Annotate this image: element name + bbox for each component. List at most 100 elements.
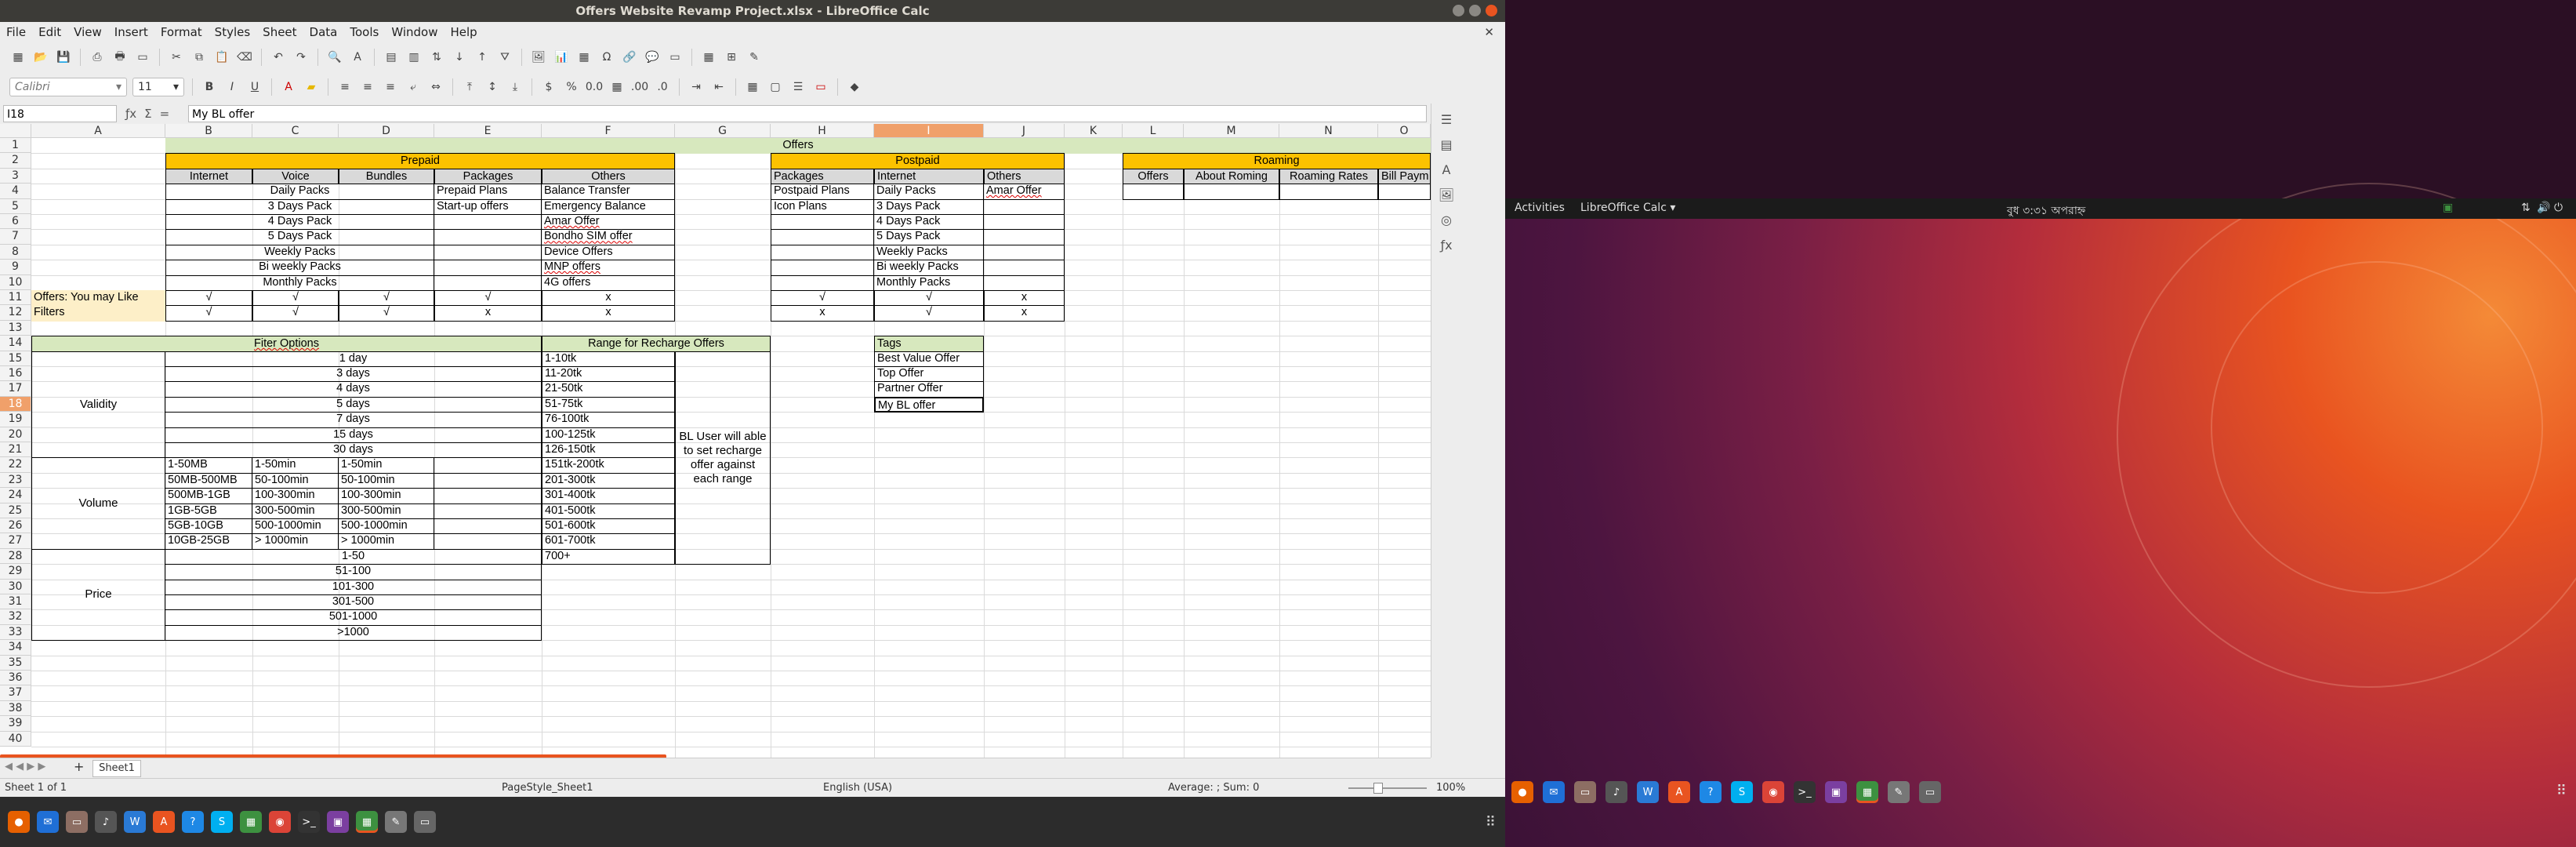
sort-icon[interactable]: ⇅	[428, 49, 445, 66]
page-style[interactable]: PageStyle_Sheet1	[502, 782, 593, 794]
function-wizard-icon[interactable]: ƒx	[125, 105, 136, 122]
offers-like-value[interactable]: √	[252, 290, 339, 307]
spelling-icon[interactable]: A	[349, 49, 366, 66]
range-note[interactable]: BL User will able to set recharge offer …	[675, 351, 771, 565]
postpaid-package[interactable]: Postpaid Plans	[771, 184, 874, 200]
thunderbird-icon[interactable]: ✉	[1543, 781, 1565, 803]
validity-option[interactable]: 4 days	[165, 381, 542, 398]
help-icon[interactable]: ?	[182, 811, 204, 833]
volume-internet[interactable]: 1-50MB	[165, 457, 252, 474]
empty-cell[interactable]	[434, 472, 542, 489]
files-icon[interactable]: ▭	[1574, 781, 1596, 803]
functions-icon[interactable]: ƒx	[1437, 235, 1456, 254]
conditional-icon[interactable]: ◆	[846, 78, 863, 96]
align-middle-icon[interactable]: ↕	[484, 78, 501, 96]
align-top-icon[interactable]: ⤒	[461, 78, 478, 96]
files-icon[interactable]: ▭	[66, 811, 88, 833]
select-all-corner[interactable]	[0, 124, 31, 138]
column-header-D[interactable]: D	[339, 124, 434, 138]
postpaid-internet[interactable]: 4 Days Pack	[874, 214, 984, 231]
network-icon[interactable]: ⇅	[2521, 202, 2531, 214]
row-header-23[interactable]: 23	[0, 472, 31, 489]
validity-option[interactable]: 30 days	[165, 442, 542, 459]
align-right-icon[interactable]: ≡	[382, 78, 399, 96]
range-option[interactable]: 100-125tk	[542, 427, 675, 443]
decrease-indent-icon[interactable]: ⇤	[710, 78, 727, 96]
prepaid-other[interactable]: Balance Transfer	[542, 184, 675, 200]
postpaid-internet[interactable]: Weekly Packs	[874, 244, 984, 261]
maximize-button[interactable]	[1469, 5, 1481, 16]
prepaid-pack[interactable]: Weekly Packs	[165, 244, 434, 261]
row-header-24[interactable]: 24	[0, 488, 31, 503]
volume-voice[interactable]: 1-50min	[252, 457, 339, 474]
column-header-G[interactable]: G	[675, 124, 771, 138]
pivot-table-icon[interactable]: ▦	[575, 49, 593, 66]
volume-internet[interactable]: 10GB-25GB	[165, 533, 252, 550]
tags-title[interactable]: Tags	[874, 336, 984, 352]
power-icon[interactable]: ⏻	[2554, 202, 2563, 214]
range-option[interactable]: 201-300tk	[542, 472, 675, 489]
postpaid-header[interactable]: Postpaid	[771, 153, 1065, 169]
underline-icon[interactable]: U	[246, 78, 263, 96]
empty-cell[interactable]	[771, 260, 874, 276]
align-center-icon[interactable]: ≡	[359, 78, 376, 96]
price-option[interactable]: 301-500	[165, 594, 542, 611]
row-header-1[interactable]: 1	[0, 138, 31, 154]
row-header-36[interactable]: 36	[0, 671, 31, 686]
prepaid-pack[interactable]: 4 Days Pack	[165, 214, 434, 231]
empty-cell[interactable]	[434, 214, 542, 231]
postpaid-internet[interactable]: 5 Days Pack	[874, 229, 984, 245]
prepaid-col-header[interactable]: Voice	[252, 168, 339, 185]
empty-cell[interactable]	[434, 244, 542, 261]
validity-option[interactable]: 3 days	[165, 366, 542, 383]
empty-cell[interactable]	[771, 274, 874, 291]
empty-cell[interactable]	[984, 260, 1065, 276]
border-color-icon[interactable]: ▭	[812, 78, 829, 96]
volume-internet[interactable]: 50MB-500MB	[165, 472, 252, 489]
column-header-K[interactable]: K	[1065, 124, 1123, 138]
row-header-21[interactable]: 21	[0, 442, 31, 458]
comment-icon[interactable]: 💬	[644, 49, 661, 66]
row-header-32[interactable]: 32	[0, 609, 31, 625]
range-option[interactable]: 301-400tk	[542, 488, 675, 504]
open-icon[interactable]: 📂	[32, 49, 49, 66]
offers-like-value[interactable]: x	[542, 290, 675, 307]
empty-cell[interactable]	[1123, 184, 1184, 200]
menu-view[interactable]: View	[67, 25, 108, 39]
font-name-combo[interactable]: Calibri ▾	[9, 78, 127, 96]
postpaid-col-header[interactable]: Packages	[771, 168, 874, 185]
activities-button[interactable]: Activities	[1515, 202, 1565, 214]
chart-icon[interactable]: 📊	[553, 49, 570, 66]
filter-options-title[interactable]: Fiter Options	[31, 336, 542, 352]
undo-icon[interactable]: ↶	[270, 49, 287, 66]
volume-bundle[interactable]: 500-1000min	[339, 518, 434, 535]
formula-input[interactable]: My BL offer	[188, 105, 1427, 122]
calc-icon[interactable]: ▦	[240, 811, 262, 833]
range-option[interactable]: 700+	[542, 548, 675, 565]
row-header-19[interactable]: 19	[0, 412, 31, 427]
firefox-icon[interactable]: ●	[8, 811, 30, 833]
range-option[interactable]: 151tk-200tk	[542, 457, 675, 474]
roaming-col-header[interactable]: About Roming	[1184, 168, 1279, 185]
postpaid-other[interactable]: Amar Offer	[984, 184, 1065, 200]
bold-icon[interactable]: B	[201, 78, 218, 96]
column-header-H[interactable]: H	[771, 124, 874, 138]
screenshot-icon[interactable]: ✎	[1888, 781, 1910, 803]
empty-cell[interactable]	[771, 244, 874, 261]
image-icon[interactable]: 🖼	[530, 49, 547, 66]
show-applications-icon[interactable]: ⠿	[2556, 783, 2567, 799]
prepaid-other[interactable]: MNP offers	[542, 260, 675, 276]
empty-cell[interactable]	[984, 274, 1065, 291]
terminal-icon[interactable]: >_	[1794, 781, 1816, 803]
menu-tools[interactable]: Tools	[343, 25, 385, 39]
zoom-level[interactable]: 100%	[1436, 782, 1465, 794]
validity-option[interactable]: 15 days	[165, 427, 542, 443]
chrome-icon[interactable]: ◉	[269, 811, 291, 833]
close-document-icon[interactable]: ✕	[1484, 25, 1494, 39]
row-header-6[interactable]: 6	[0, 214, 31, 230]
price-option[interactable]: 101-300	[165, 579, 542, 595]
empty-cell[interactable]	[1378, 184, 1431, 200]
sort-ascending-icon[interactable]: ↓	[451, 49, 468, 66]
rhythmbox-icon[interactable]: ♪	[95, 811, 117, 833]
prepaid-other[interactable]: Amar Offer	[542, 214, 675, 231]
